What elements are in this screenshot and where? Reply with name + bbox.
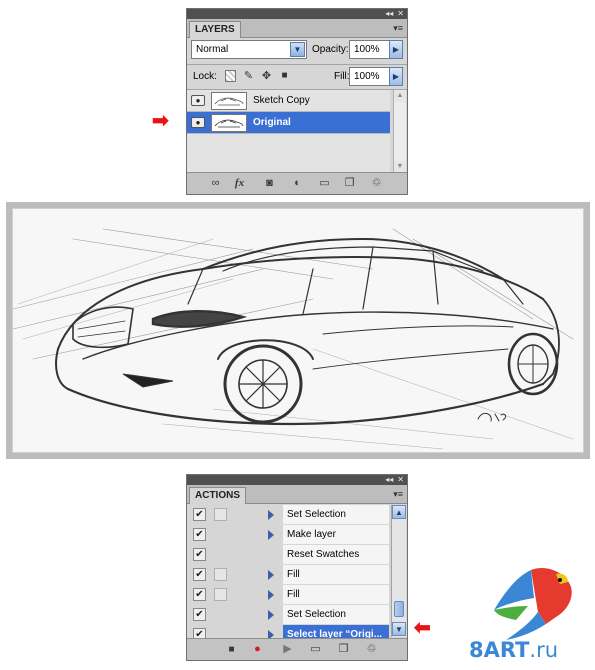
action-label: Reset Swatches xyxy=(283,545,389,564)
opacity-field[interactable]: 100% xyxy=(349,40,390,59)
fill-field[interactable]: 100% xyxy=(349,67,390,86)
layer-thumbnail xyxy=(211,114,247,132)
fx-icon[interactable]: fx xyxy=(233,177,246,190)
eye-icon[interactable]: ● xyxy=(191,117,205,128)
fill-label: Fill: xyxy=(334,71,350,82)
layer-name: Sketch Copy xyxy=(253,95,310,106)
action-row[interactable]: ✔ Set Selection xyxy=(187,505,391,525)
tab-actions[interactable]: ACTIONS xyxy=(189,487,246,504)
brush-icon[interactable]: ✎ xyxy=(243,70,254,82)
expand-triangle-icon[interactable] xyxy=(268,530,274,540)
new-action-icon[interactable]: ❐ xyxy=(337,643,350,656)
action-row[interactable]: ✔ Reset Swatches xyxy=(187,545,391,565)
layers-scrollbar[interactable]: ▲ ▼ xyxy=(393,90,406,174)
car-sketch-image xyxy=(6,202,590,459)
scroll-down-icon[interactable]: ▼ xyxy=(392,622,406,636)
sketch-paper xyxy=(12,208,584,453)
folder-icon[interactable]: ▭ xyxy=(318,177,331,190)
panel-menu-icon[interactable]: ▾≡ xyxy=(393,489,403,500)
panel-menu-icon[interactable]: ▾≡ xyxy=(393,23,403,34)
action-row[interactable]: ✔ Fill xyxy=(187,565,391,585)
action-label: Set Selection xyxy=(283,505,389,524)
fill-slider-arrow-icon[interactable]: ▶ xyxy=(389,67,403,86)
panel-titlebar: ◂◂ ✕ xyxy=(187,9,407,19)
scroll-up-icon[interactable]: ▲ xyxy=(392,505,406,519)
actions-scrollbar[interactable]: ▲ ▼ xyxy=(391,505,406,637)
layer-thumbnail xyxy=(211,92,247,110)
layer-name: Original xyxy=(253,117,291,128)
actions-bottom-toolbar: ■ ● ▶ ▭ ❐ ♲ xyxy=(187,638,407,660)
close-icon[interactable]: ✕ xyxy=(397,10,404,18)
mask-icon[interactable]: ◙ xyxy=(263,177,276,190)
dialog-toggle[interactable] xyxy=(214,588,227,601)
dialog-toggle[interactable] xyxy=(214,568,227,581)
checkbox[interactable]: ✔ xyxy=(193,528,206,541)
panel-titlebar: ◂◂ ✕ xyxy=(187,475,407,485)
scroll-up-icon[interactable]: ▲ xyxy=(394,90,406,102)
trash-icon[interactable]: ♲ xyxy=(365,643,378,656)
tab-layers[interactable]: LAYERS xyxy=(189,21,241,38)
play-icon[interactable]: ▶ xyxy=(281,643,294,656)
layer-row-original[interactable]: ● Original xyxy=(187,112,390,134)
opacity-slider-arrow-icon[interactable]: ▶ xyxy=(389,40,403,59)
actions-panel: ◂◂ ✕ ACTIONS ▾≡ ✔ Set Selection ✔ Make l… xyxy=(186,474,408,661)
expand-triangle-icon[interactable] xyxy=(268,570,274,580)
expand-triangle-icon[interactable] xyxy=(268,610,274,620)
checkbox[interactable]: ✔ xyxy=(193,568,206,581)
action-label: Fill xyxy=(283,565,389,584)
action-row[interactable]: ✔ Make layer xyxy=(187,525,391,545)
divider xyxy=(187,64,407,65)
blend-opacity-row: Normal ▼ Opacity: 100% ▶ xyxy=(191,40,403,60)
action-label: Set Selection xyxy=(283,605,389,624)
stop-icon[interactable]: ■ xyxy=(225,643,238,656)
tab-row: LAYERS ▾≡ xyxy=(187,19,407,38)
link-icon[interactable]: ∞ xyxy=(209,177,222,190)
brand-name: 8ART xyxy=(469,638,530,662)
collapse-icon[interactable]: ◂◂ xyxy=(385,476,393,484)
eye-icon[interactable]: ● xyxy=(191,95,205,106)
move-icon[interactable]: ✥ xyxy=(261,70,272,82)
parrot-icon xyxy=(494,567,572,640)
dialog-toggle[interactable] xyxy=(214,508,227,521)
tab-row: ACTIONS ▾≡ xyxy=(187,485,407,504)
lock-icon[interactable]: ■ xyxy=(279,70,290,82)
expand-triangle-icon[interactable] xyxy=(268,590,274,600)
opacity-label: Opacity: xyxy=(312,44,349,55)
checkbox[interactable]: ✔ xyxy=(193,508,206,521)
new-layer-icon[interactable]: ❐ xyxy=(343,177,356,190)
folder-icon[interactable]: ▭ xyxy=(309,643,322,656)
collapse-icon[interactable]: ◂◂ xyxy=(385,10,393,18)
checkbox[interactable]: ✔ xyxy=(193,608,206,621)
checkbox[interactable]: ✔ xyxy=(193,548,206,561)
action-row[interactable]: ✔ Set Selection xyxy=(187,605,391,625)
lock-fill-row: Lock: ✎ ✥ ■ Fill: 100% ▶ xyxy=(191,67,403,87)
action-label: Fill xyxy=(283,585,389,604)
chevron-down-icon[interactable]: ▼ xyxy=(290,42,305,57)
blend-mode-select[interactable]: Normal ▼ xyxy=(191,40,307,59)
action-row[interactable]: ✔ Fill xyxy=(187,585,391,605)
blend-mode-value: Normal xyxy=(196,44,229,55)
action-label: Make layer xyxy=(283,525,389,544)
layer-row-sketch-copy[interactable]: ● Sketch Copy xyxy=(187,90,390,112)
layers-bottom-toolbar: ∞ fx ◙ ◐ ▭ ❐ ♲ xyxy=(187,172,407,194)
trash-icon[interactable]: ♲ xyxy=(370,177,383,190)
adjustment-icon[interactable]: ◐ xyxy=(291,177,304,190)
lock-label: Lock: xyxy=(193,71,217,82)
car-sketch-drawing xyxy=(13,228,574,450)
arrow-pointer-icon: ➡ xyxy=(152,110,169,132)
close-icon[interactable]: ✕ xyxy=(397,476,404,484)
scroll-thumb[interactable] xyxy=(394,601,404,617)
expand-triangle-icon[interactable] xyxy=(268,510,274,520)
record-icon[interactable]: ● xyxy=(251,643,264,656)
layer-list: ● Sketch Copy ● Original xyxy=(187,90,390,174)
lock-transparency-icon[interactable] xyxy=(225,70,236,82)
brand-tld: .ru xyxy=(529,638,559,662)
layers-panel: ◂◂ ✕ LAYERS ▾≡ Normal ▼ Opacity: 100% ▶ … xyxy=(186,8,408,195)
checkbox[interactable]: ✔ xyxy=(193,588,206,601)
arrow-pointer-icon: ➡ xyxy=(414,617,431,639)
brand-text: 8ART.ru xyxy=(469,638,558,662)
actions-list: ✔ Set Selection ✔ Make layer ✔ Reset Swa… xyxy=(187,505,391,644)
